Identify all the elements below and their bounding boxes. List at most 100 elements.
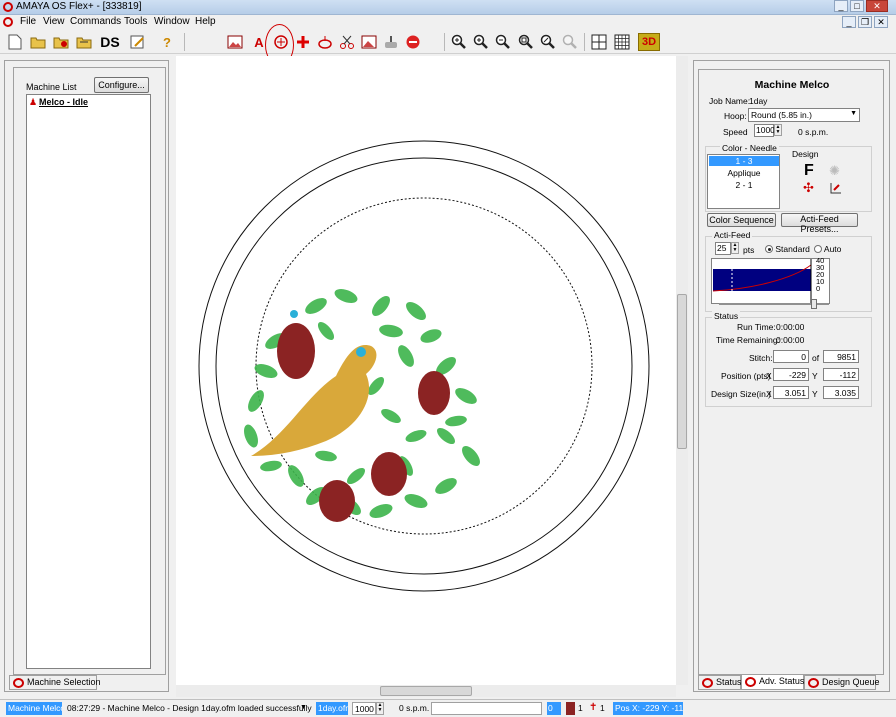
position-x-label: X [766, 371, 772, 381]
needle-list[interactable]: 1 - 3 Applique 2 - 1 [707, 154, 780, 209]
zoom-fit-icon[interactable] [517, 33, 535, 51]
open-queue-icon[interactable] [75, 33, 93, 51]
design-f-button[interactable]: F [804, 162, 814, 180]
tab-adv-status[interactable]: Adv. Status [741, 674, 804, 690]
picture-icon[interactable] [226, 33, 244, 51]
speed-input[interactable]: 1000 [754, 124, 775, 137]
add-point-icon[interactable] [294, 33, 312, 51]
edit-design-icon[interactable] [129, 33, 147, 51]
speed-spinner[interactable]: ▲ ▼ [774, 124, 782, 136]
horizontal-scrollbar[interactable] [176, 685, 676, 697]
status-spm: 0 s.p.m. [399, 703, 429, 713]
machine-selection-tab-icon [13, 678, 24, 688]
leaf [462, 446, 480, 466]
leaf [244, 424, 258, 448]
maximize-button[interactable]: □ [850, 0, 864, 12]
status-zero: 0 [547, 702, 561, 715]
pear-top-left [277, 323, 315, 379]
position-x-value: -229 [773, 368, 809, 381]
view-3d-button[interactable]: 3D [638, 33, 660, 51]
horizontal-scroll-thumb[interactable] [380, 686, 472, 696]
design-center-icon[interactable]: ✣ [803, 180, 814, 196]
open-design-icon[interactable] [52, 33, 70, 51]
leaf [305, 298, 327, 314]
menu-file[interactable]: File [20, 16, 36, 27]
speed-label: Speed [723, 127, 748, 137]
open-folder-icon[interactable] [29, 33, 47, 51]
tab-design-queue[interactable]: Design Queue [804, 675, 880, 690]
leaf [317, 321, 335, 341]
color-sequence-button[interactable]: Color Sequence [707, 213, 776, 227]
vertical-scroll-thumb[interactable] [677, 294, 687, 449]
new-file-icon[interactable] [6, 33, 24, 51]
status-one-a: 1 [578, 703, 583, 713]
status-speed[interactable]: 1000 [352, 702, 376, 715]
zoom-disabled-icon[interactable] [561, 33, 579, 51]
zoom-in-icon[interactable] [450, 33, 468, 51]
minimize-button[interactable]: _ [834, 0, 848, 12]
doc-minimize-button[interactable]: _ [842, 16, 856, 28]
auto-radio[interactable]: Auto [814, 244, 841, 254]
zoom-actual-icon[interactable] [539, 33, 557, 51]
menu-commands[interactable]: Commands [70, 16, 121, 27]
doc-close-button[interactable]: ✕ [874, 16, 888, 28]
chevron-down-icon: ▼ [850, 110, 857, 117]
acti-feed-input[interactable]: 25 [715, 242, 731, 255]
design-queue-tab-icon [808, 678, 819, 688]
status-speed-spinner[interactable]: ▲ ▼ [376, 702, 384, 715]
trim-icon[interactable] [382, 33, 400, 51]
status-tab-icon [702, 678, 713, 688]
scissors-icon[interactable] [338, 33, 356, 51]
leaf [346, 467, 366, 485]
vertical-scrollbar[interactable] [676, 56, 688, 685]
tab-status[interactable]: Status [698, 675, 742, 690]
zoom-out-icon[interactable] [494, 33, 512, 51]
grid-icon[interactable] [590, 33, 608, 51]
hoop-tool-icon[interactable] [316, 33, 334, 51]
acti-feed-presets-button[interactable]: Acti-Feed Presets... [781, 213, 858, 234]
standard-radio[interactable]: Standard [765, 244, 810, 254]
needle-item-1[interactable]: 1 - 3 [709, 156, 779, 166]
status-message-dropdown-icon[interactable]: ▼ [300, 704, 307, 711]
fine-grid-icon[interactable] [613, 33, 631, 51]
design-view[interactable] [176, 56, 676, 685]
bird-marker [290, 310, 298, 318]
doc-restore-button[interactable]: ❐ [858, 16, 872, 28]
menu-tools[interactable]: Tools [124, 16, 147, 27]
close-button[interactable]: ✕ [866, 0, 888, 12]
help-button[interactable]: ? [158, 33, 176, 51]
window-title: AMAYA OS Flex+ - [333819] [16, 1, 142, 12]
status-bar: Machine Melco 08:27:29 - Machine Melco -… [0, 699, 896, 717]
needle-item-applique[interactable]: Applique [709, 168, 779, 178]
configure-button[interactable]: Configure... [94, 77, 149, 93]
status-message[interactable]: 08:27:29 - Machine Melco - Design 1day.o… [65, 702, 313, 715]
status-progress [431, 702, 542, 715]
leaf [260, 460, 282, 472]
standard-radio-label: Standard [775, 244, 810, 254]
needle-item-2[interactable]: 2 - 1 [709, 180, 779, 190]
leaf [436, 427, 456, 445]
stop-icon[interactable] [404, 33, 422, 51]
menu-view[interactable]: View [43, 16, 65, 27]
zoom-in-2-icon[interactable] [472, 33, 490, 51]
tab-design-queue-label: Design Queue [822, 677, 880, 687]
acti-feed-spinner[interactable]: ▲ ▼ [731, 242, 739, 254]
design-rotate-icon[interactable]: ✺ [829, 163, 840, 179]
acti-feed-slider-thumb[interactable] [811, 299, 817, 309]
machine-list-item[interactable]: Melco - Idle [39, 97, 88, 107]
image-icon[interactable] [360, 33, 378, 51]
design-canvas[interactable] [176, 56, 676, 685]
menu-window[interactable]: Window [154, 16, 190, 27]
design-trace-icon[interactable] [829, 181, 843, 197]
job-name-value: 1day [749, 96, 768, 106]
hoop-select[interactable]: Round (5.85 in.) ▼ [748, 108, 860, 122]
leaf [369, 504, 393, 518]
tab-machine-selection[interactable]: Machine Selection [9, 675, 101, 690]
ds-button[interactable]: DS [99, 33, 121, 51]
leaf [315, 450, 337, 462]
pear-bottom-right [371, 452, 407, 496]
design-size-y-value: 3.035 [823, 386, 859, 399]
menu-help[interactable]: Help [195, 16, 216, 27]
pear-bottom [319, 480, 355, 522]
speed-unit: 0 s.p.m. [798, 127, 829, 137]
